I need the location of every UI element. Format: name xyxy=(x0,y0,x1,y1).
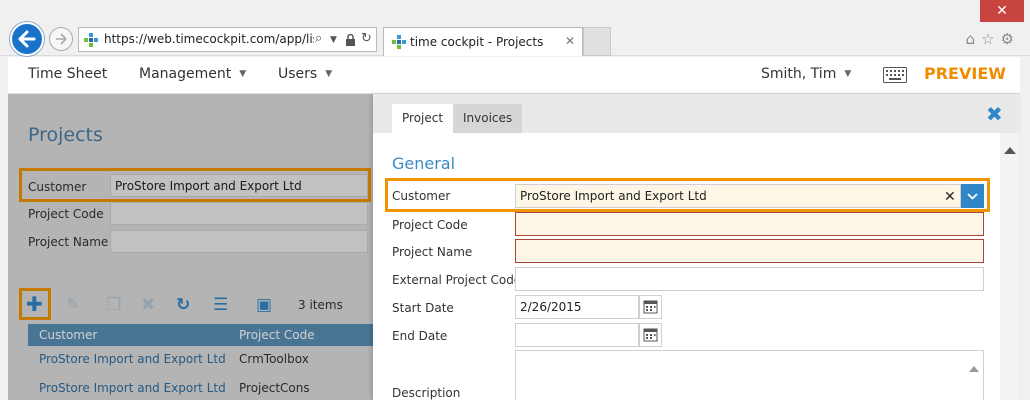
app-navbar: Time Sheet Management ▼ Users ▼ Smith, Tim… xyxy=(8,57,1020,94)
refresh-icon[interactable]: ↻ xyxy=(361,31,372,46)
chevron-down-icon: ▼ xyxy=(325,69,333,79)
start-date-label: Start Date xyxy=(392,301,454,315)
browser-toolbar-icons: ⌂☆⚙ xyxy=(966,30,1020,48)
start-date-field[interactable]: 2/26/2015 xyxy=(515,295,639,319)
description-label: Description xyxy=(392,386,461,400)
back-button[interactable] xyxy=(10,22,44,56)
url-text[interactable]: https://web.timecockpit.com/app/lists xyxy=(104,32,314,46)
forward-button[interactable] xyxy=(49,27,73,51)
lock-icon xyxy=(346,34,355,46)
nav-management[interactable]: Management ▼ xyxy=(139,66,246,82)
external-project-code-label: External Project Code xyxy=(392,273,522,287)
customer-field-highlight xyxy=(385,178,990,212)
arrow-right-icon xyxy=(56,33,67,45)
close-panel-icon[interactable]: ✖ xyxy=(986,102,1003,126)
tab-invoices[interactable]: Invoices xyxy=(453,104,523,133)
tab-favicon-icon xyxy=(392,35,406,49)
settings-gear-icon[interactable]: ⚙ xyxy=(1001,30,1020,48)
arrow-left-icon xyxy=(18,30,36,48)
tab-project[interactable]: Project xyxy=(392,104,454,133)
project-code-label: Project Code xyxy=(392,218,468,232)
home-icon[interactable]: ⌂ xyxy=(966,30,982,48)
nav-management-label: Management xyxy=(139,66,232,82)
user-menu[interactable]: Smith, Tim ▼ xyxy=(761,66,851,82)
nav-time-sheet[interactable]: Time Sheet xyxy=(28,66,107,82)
panel-scrollbar[interactable] xyxy=(1000,133,1020,400)
end-date-picker-button[interactable] xyxy=(639,323,662,347)
site-favicon-icon xyxy=(84,33,98,47)
chevron-down-icon: ▼ xyxy=(844,69,852,79)
tab-title: time cockpit - Projects xyxy=(410,35,544,49)
project-edit-panel: Project Invoices ✖ General Customer ProS… xyxy=(373,94,1020,400)
nav-users-label: Users xyxy=(278,66,318,82)
preview-badge: PREVIEW xyxy=(924,64,1006,83)
keyboard-icon[interactable] xyxy=(883,67,907,83)
project-name-label: Project Name xyxy=(392,245,473,259)
project-code-field[interactable] xyxy=(515,212,984,236)
search-icon[interactable]: ⌕ xyxy=(315,31,322,46)
external-project-code-field[interactable] xyxy=(515,267,984,291)
browser-chrome: ✕ https://web.timecockpit.com/app/lists … xyxy=(0,0,1030,56)
tab-close-icon[interactable]: ✕ xyxy=(565,34,575,48)
start-date-picker-button[interactable] xyxy=(639,295,662,319)
calendar-icon xyxy=(643,300,658,314)
modal-overlay xyxy=(8,94,373,400)
nav-users[interactable]: Users ▼ xyxy=(278,66,332,82)
textarea-scroll-up-icon[interactable] xyxy=(969,366,979,372)
window-close-button[interactable]: ✕ xyxy=(980,0,1024,22)
project-name-field[interactable] xyxy=(515,239,984,263)
address-bar[interactable]: https://web.timecockpit.com/app/lists ⌕ … xyxy=(78,27,377,52)
end-date-field[interactable] xyxy=(515,323,639,347)
user-name: Smith, Tim xyxy=(761,66,837,82)
section-heading: General xyxy=(392,154,456,173)
calendar-icon xyxy=(643,328,658,342)
end-date-label: End Date xyxy=(392,329,448,343)
dropdown-caret-icon[interactable]: ▼ xyxy=(330,35,337,45)
chevron-down-icon: ▼ xyxy=(239,69,247,79)
description-field[interactable] xyxy=(515,350,984,400)
panel-tab-bar: Project Invoices ✖ xyxy=(373,94,1020,133)
favorites-star-icon[interactable]: ☆ xyxy=(981,30,1000,48)
scroll-up-icon[interactable] xyxy=(1004,147,1016,154)
browser-tab-active[interactable]: time cockpit - Projects ✕ xyxy=(383,27,583,56)
new-tab-button[interactable] xyxy=(583,27,611,56)
